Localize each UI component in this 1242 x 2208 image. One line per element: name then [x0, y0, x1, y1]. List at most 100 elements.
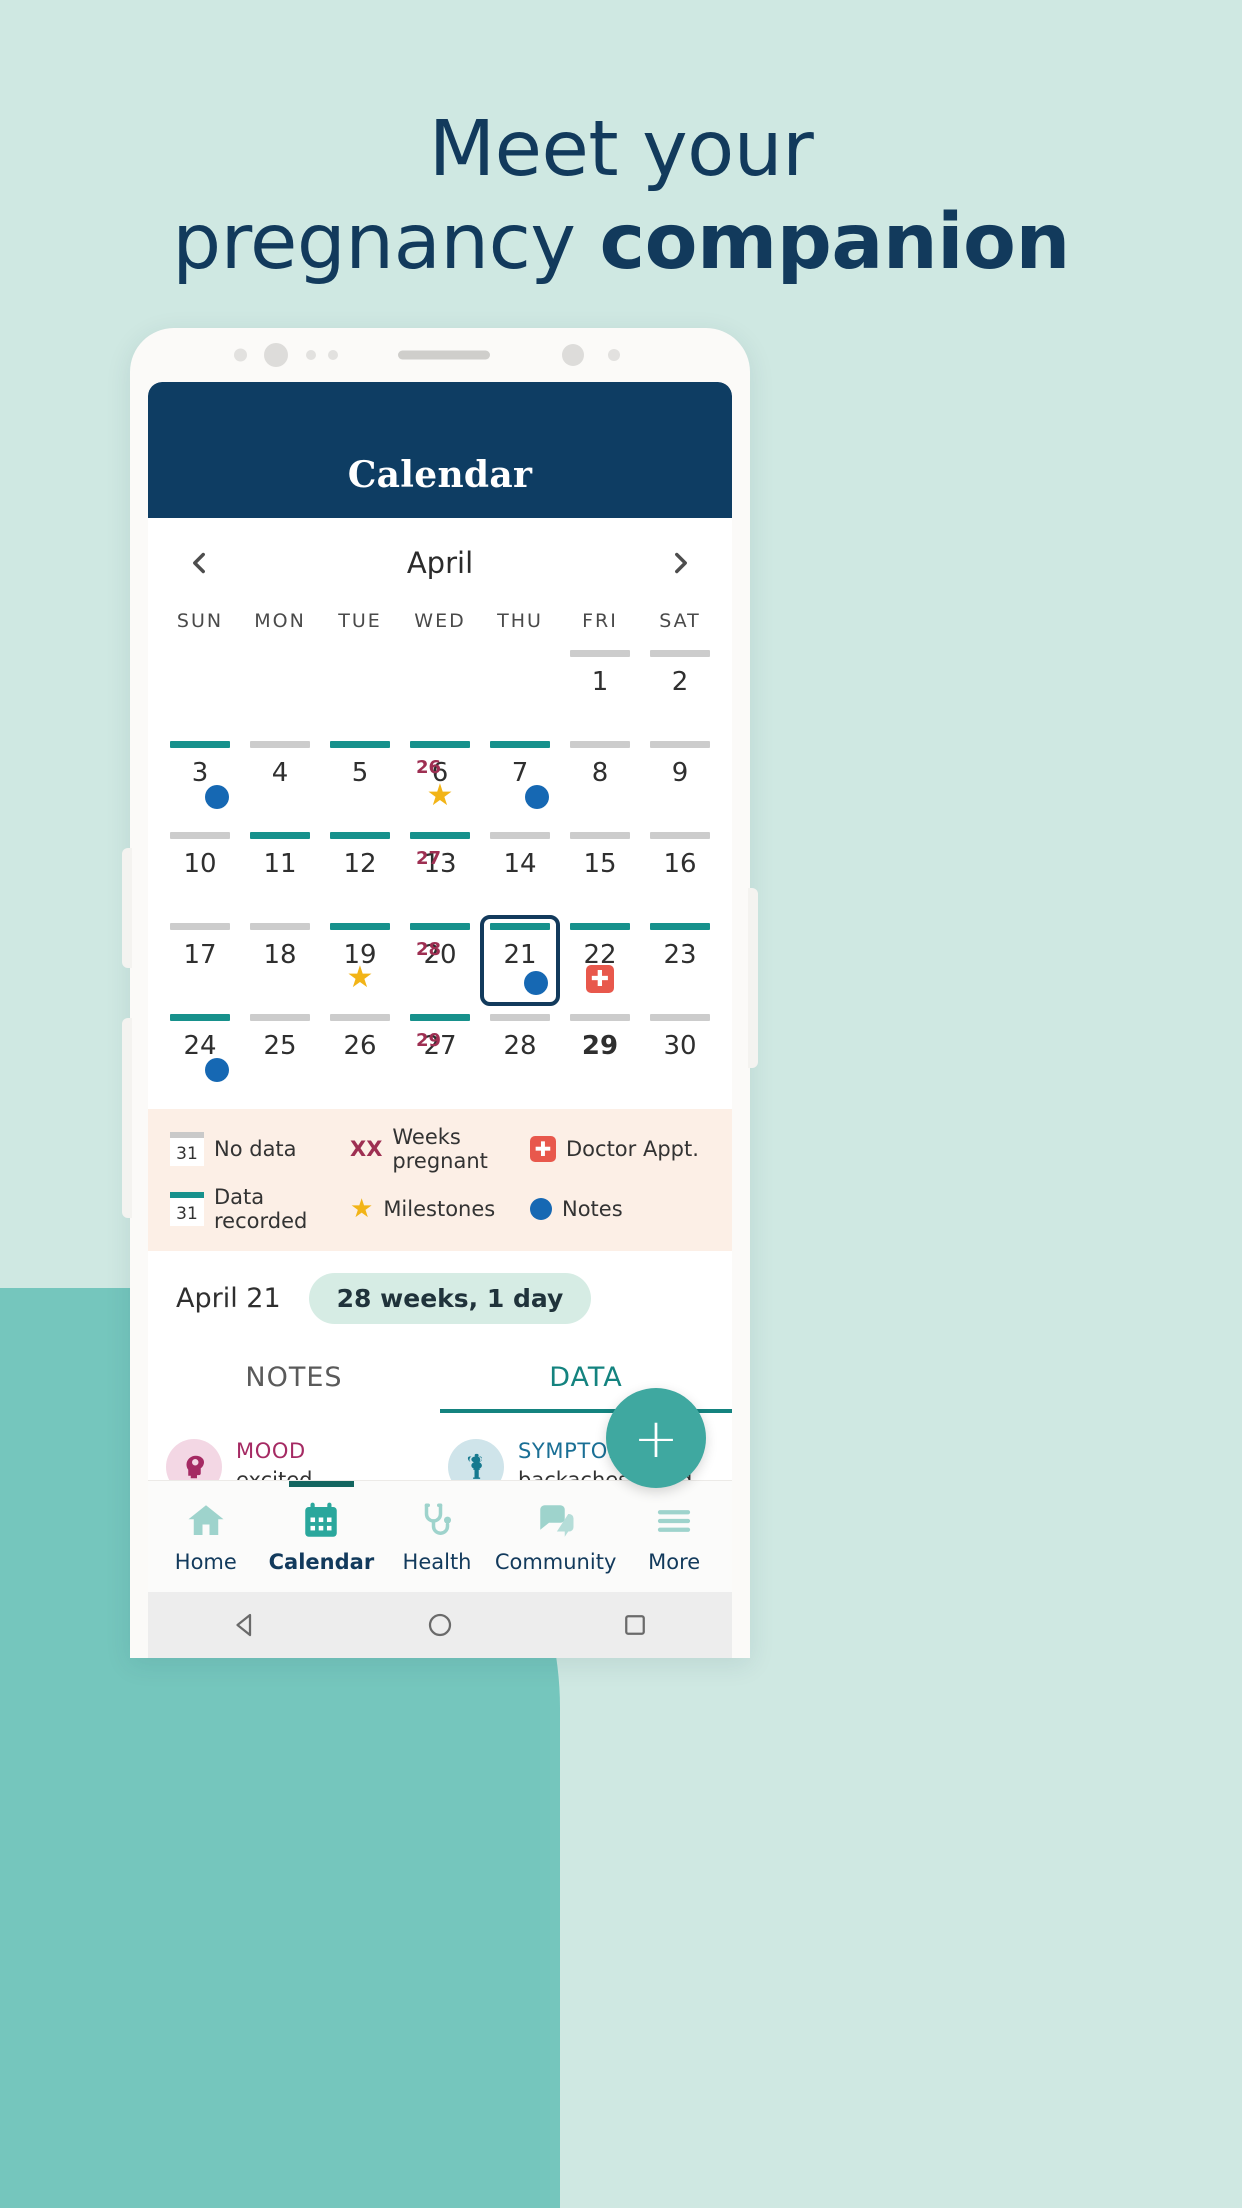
- nav-label-home: Home: [174, 1549, 237, 1574]
- legend-data-recorded-swatch: 31: [170, 1192, 204, 1226]
- legend-weeks-pregnant-swatch: XX: [350, 1137, 383, 1161]
- day-data-bar: [330, 832, 390, 839]
- calendar-day-cell[interactable]: 26: [320, 1006, 400, 1097]
- day-data-bar: [650, 832, 710, 839]
- front-camera-icon: [264, 343, 288, 367]
- next-month-button[interactable]: [658, 540, 704, 586]
- calendar-week-row: 17 18 19 ★ 28 20 21 22 ✚ 23: [160, 915, 720, 1006]
- nav-item-home[interactable]: Home: [148, 1481, 264, 1592]
- day-number: 28: [503, 1031, 537, 1061]
- calendar-day-cell[interactable]: 27 13: [400, 824, 480, 915]
- calendar-legend: 31 No data XX Weeks pregnant ✚ Doctor Appt. 31…: [148, 1109, 732, 1251]
- day-data-bar: [170, 832, 230, 839]
- calendar-day-cell[interactable]: 5: [320, 733, 400, 824]
- day-data-bar: [650, 650, 710, 657]
- plus-icon: +: [633, 1406, 679, 1470]
- milestone-star-icon: ★: [426, 778, 454, 813]
- calendar-day-cell[interactable]: 18: [240, 915, 320, 1006]
- day-number: 18: [263, 940, 297, 970]
- calendar-day-cell[interactable]: 26 6 ★: [400, 733, 480, 824]
- calendar-empty-cell: [240, 642, 320, 733]
- nav-item-health[interactable]: Health: [379, 1481, 495, 1592]
- calendar-day-cell[interactable]: 1: [560, 642, 640, 733]
- day-data-bar: [250, 1014, 310, 1021]
- legend-item: ✚ Doctor Appt.: [530, 1125, 710, 1173]
- calendar-day-cell[interactable]: 15: [560, 824, 640, 915]
- calendar-day-cell[interactable]: 3: [160, 733, 240, 824]
- nav-item-more[interactable]: More: [616, 1481, 732, 1592]
- nav-item-community[interactable]: Community: [495, 1481, 616, 1592]
- day-data-bar: [170, 923, 230, 930]
- promo-headline-line2-bold: companion: [599, 198, 1070, 288]
- calendar-day-cell[interactable]: 10: [160, 824, 240, 915]
- page-title: Calendar: [347, 454, 533, 496]
- calendar-day-cell[interactable]: 23: [640, 915, 720, 1006]
- weekday-label: TUE: [338, 610, 382, 632]
- day-number: 10: [183, 849, 217, 879]
- calendar-day-cell[interactable]: 29 27: [400, 1006, 480, 1097]
- calendar-day-cell[interactable]: 7: [480, 733, 560, 824]
- phone-button-volume-up: [122, 848, 132, 968]
- add-entry-fab[interactable]: +: [606, 1388, 706, 1488]
- calendar-day-cell[interactable]: 22 ✚: [560, 915, 640, 1006]
- sensor-icon: [306, 350, 316, 360]
- prev-month-button[interactable]: [176, 540, 222, 586]
- back-triangle-icon[interactable]: [230, 1610, 260, 1640]
- calendar-day-cell[interactable]: 29: [560, 1006, 640, 1097]
- legend-item: 31 Data recorded: [170, 1185, 350, 1233]
- day-data-bar: [490, 1014, 550, 1021]
- calendar-empty-cell: [480, 642, 560, 733]
- promo-headline-line2: pregnancy companion: [0, 201, 1242, 284]
- day-number: 11: [263, 849, 297, 879]
- calendar-day-cell[interactable]: 28: [480, 1006, 560, 1097]
- calendar-day-cell[interactable]: 12: [320, 824, 400, 915]
- calendar-empty-cell: [160, 642, 240, 733]
- legend-note-dot-icon: [530, 1198, 552, 1220]
- gestation-week-number: 27: [416, 848, 442, 869]
- app-bar: Calendar: [148, 382, 732, 518]
- calendar-grid: 1 2 3 4 5 26 6 ★ 7 8 9 10 11 12 27 13 14 15 16 17 18 19 ★ 28 20 2…: [148, 636, 732, 1097]
- day-data-bar: [570, 650, 630, 657]
- day-data-bar: [570, 923, 630, 930]
- calendar-empty-cell: [400, 642, 480, 733]
- calendar-day-cell[interactable]: 14: [480, 824, 560, 915]
- day-data-bar: [570, 741, 630, 748]
- day-number: 21: [503, 940, 537, 970]
- tab-notes[interactable]: NOTES: [148, 1348, 440, 1413]
- phone-bezel-top: [130, 328, 750, 382]
- calendar-day-cell[interactable]: 16: [640, 824, 720, 915]
- weekday-label: MON: [254, 610, 306, 632]
- calendar-day-cell[interactable]: 4: [240, 733, 320, 824]
- calendar-day-cell[interactable]: 25: [240, 1006, 320, 1097]
- calendar-day-cell[interactable]: 8: [560, 733, 640, 824]
- calendar-day-cell[interactable]: 19 ★: [320, 915, 400, 1006]
- calendar-day-cell[interactable]: 30: [640, 1006, 720, 1097]
- calendar-day-cell[interactable]: 28 20: [400, 915, 480, 1006]
- day-data-bar: [170, 1014, 230, 1021]
- calendar-week-row: 3 4 5 26 6 ★ 7 8 9: [160, 733, 720, 824]
- note-dot-icon: [204, 785, 229, 809]
- legend-milestone-star-icon: ★: [350, 1194, 374, 1224]
- day-number: 14: [503, 849, 537, 879]
- calendar-day-cell[interactable]: 2: [640, 642, 720, 733]
- recents-square-icon[interactable]: [620, 1610, 650, 1640]
- day-data-bar: [490, 832, 550, 839]
- home-circle-icon[interactable]: [425, 1610, 455, 1640]
- calendar-day-cell[interactable]: 21: [480, 915, 560, 1006]
- phone-mockup: Calendar April SUN MON TUE WED THU FRI S…: [122, 328, 758, 1658]
- day-data-bar: [330, 1014, 390, 1021]
- doctor-appointment-icon: ✚: [586, 965, 614, 993]
- weekday-label: SUN: [176, 610, 224, 632]
- day-number: 25: [263, 1031, 297, 1061]
- calendar-day-cell[interactable]: 24: [160, 1006, 240, 1097]
- day-number: 5: [351, 758, 369, 788]
- nav-label-more: More: [648, 1549, 701, 1574]
- calendar-day-cell[interactable]: 9: [640, 733, 720, 824]
- nav-item-calendar[interactable]: Calendar: [264, 1481, 380, 1592]
- phone-button-volume-down: [122, 1018, 132, 1218]
- day-number: 1: [591, 667, 609, 697]
- calendar-day-cell[interactable]: 11: [240, 824, 320, 915]
- day-number: 29: [581, 1031, 619, 1061]
- selected-date-label: April 21: [176, 1283, 281, 1314]
- calendar-day-cell[interactable]: 17: [160, 915, 240, 1006]
